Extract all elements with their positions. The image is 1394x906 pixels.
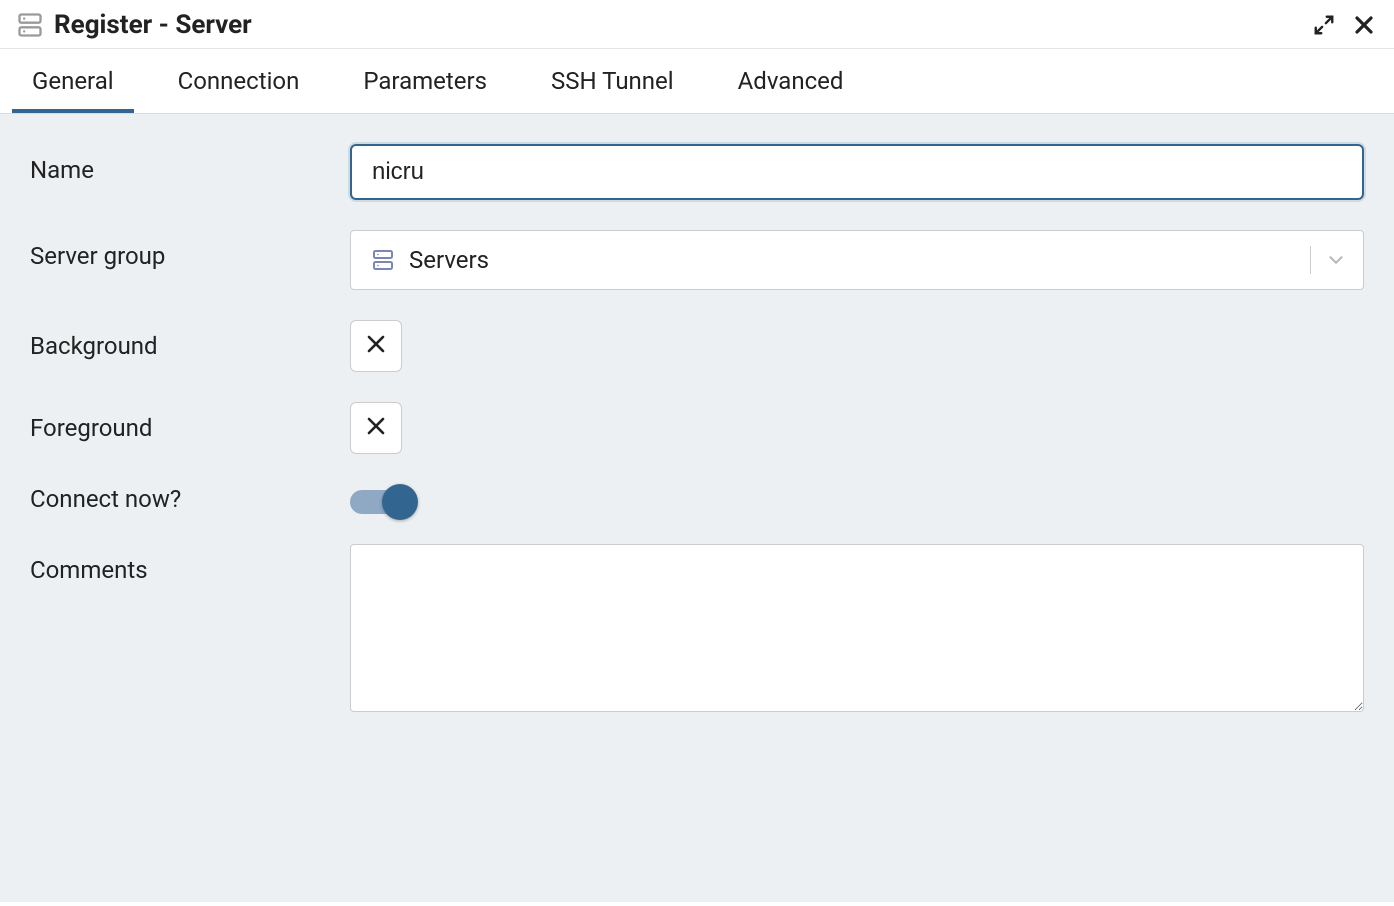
server-group-icon xyxy=(371,248,395,272)
select-divider xyxy=(1310,246,1311,274)
label-foreground: Foreground xyxy=(30,402,350,442)
tab-parameters[interactable]: Parameters xyxy=(343,49,507,113)
foreground-color-button[interactable] xyxy=(350,402,402,454)
label-name: Name xyxy=(30,144,350,184)
tabs: General Connection Parameters SSH Tunnel… xyxy=(0,49,1394,114)
connect-now-toggle[interactable] xyxy=(350,484,418,514)
background-color-button[interactable] xyxy=(350,320,402,372)
titlebar: Register - Server xyxy=(0,0,1394,49)
label-server-group: Server group xyxy=(30,230,350,270)
toggle-thumb xyxy=(382,484,418,520)
form-general: Name Server group Servers xyxy=(0,114,1394,902)
server-group-value: Servers xyxy=(409,246,1296,274)
server-group-select[interactable]: Servers xyxy=(350,230,1364,290)
chevron-down-icon xyxy=(1325,249,1347,271)
comments-textarea[interactable] xyxy=(350,544,1364,712)
tab-general[interactable]: General xyxy=(12,49,134,113)
close-icon xyxy=(364,330,388,363)
close-icon xyxy=(364,412,388,445)
label-comments: Comments xyxy=(30,544,350,584)
maximize-button[interactable] xyxy=(1310,11,1338,39)
label-connect-now: Connect now? xyxy=(30,485,350,513)
name-input[interactable] xyxy=(350,144,1364,200)
tab-advanced[interactable]: Advanced xyxy=(718,49,864,113)
tab-ssh-tunnel[interactable]: SSH Tunnel xyxy=(531,49,694,113)
dialog-title: Register - Server xyxy=(54,10,1298,40)
close-button[interactable] xyxy=(1350,11,1378,39)
label-background: Background xyxy=(30,320,350,360)
tab-connection[interactable]: Connection xyxy=(158,49,320,113)
server-icon xyxy=(16,11,44,39)
